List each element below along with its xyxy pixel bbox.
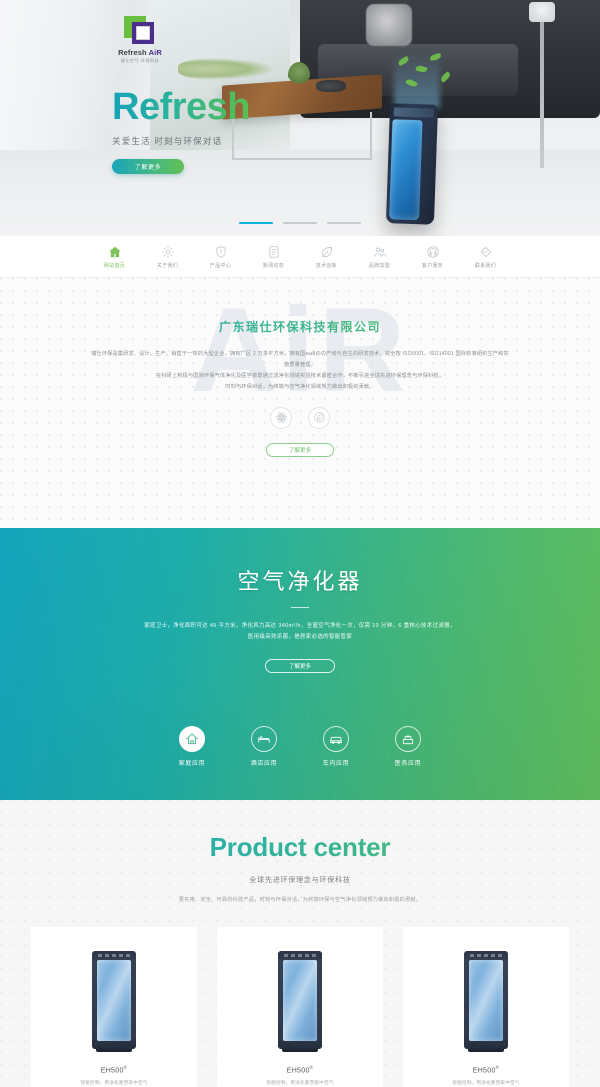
nav-label: 品牌加盟 <box>368 262 391 269</box>
about-description: 瑞仕环保是集研发、设计、生产、销售于一体的大型企业，拥有厂区 2 万多平方米，拥… <box>90 349 510 393</box>
home-icon <box>179 726 205 752</box>
banner-divider <box>291 607 309 608</box>
hero-table-legs <box>232 112 372 160</box>
about-title: 广东瑞仕环保科技有限公司 <box>0 318 600 335</box>
logo-subtext: 瑞仕空气 环保科技 <box>120 58 160 63</box>
carousel-indicators <box>0 222 600 224</box>
home-icon <box>108 246 121 257</box>
product-image <box>278 951 322 1052</box>
product-card[interactable]: EH500® 智能控制，用净化重塑家中空气 <box>31 927 197 1087</box>
nav-item-service[interactable]: 客户服务 <box>406 245 459 269</box>
hero-cta-button[interactable]: 了解更多 <box>112 159 184 174</box>
product-card[interactable]: EH500® 智能控制，用净化重塑家中空气 <box>403 927 569 1087</box>
carousel-dot-2[interactable] <box>283 222 317 224</box>
document-icon <box>269 245 278 258</box>
logo-mark-icon <box>124 16 156 46</box>
product-image <box>92 951 136 1052</box>
hero-floor-lamp <box>529 2 555 168</box>
scenario-label: 车内应用 <box>322 761 350 767</box>
hero-copy: Refresh 关爱生活 时刻与环保对话 了解更多 <box>112 86 251 174</box>
chat-icon <box>480 246 491 257</box>
product-name: EH500® <box>286 1065 314 1075</box>
product-name: EH500® <box>100 1065 128 1075</box>
scenario-label: 家庭应用 <box>178 761 206 767</box>
about-paragraph-1: 瑞仕环保是集研发、设计、生产、销售于一体的大型企业，拥有厂区 2 万多平方米，拥… <box>91 351 509 368</box>
about-section: AiR 广东瑞仕环保科技有限公司 瑞仕环保是集研发、设计、生产、销售于一体的大型… <box>0 278 600 528</box>
hero-subtitle: 关爱生活 时刻与环保对话 <box>112 136 223 146</box>
people-icon <box>373 247 386 257</box>
purifier-banner-section: 空气净化器 家庭卫士，净化面积可达 45 平方米，净化风力高达 340m³/h，… <box>0 528 600 800</box>
hero-plant <box>288 62 310 88</box>
nav-label: 联系我们 <box>474 262 497 269</box>
about-cta-button[interactable]: 了解更多 <box>266 442 334 457</box>
banner-title: 空气净化器 <box>237 569 363 594</box>
product-name: EH500® <box>472 1065 500 1075</box>
nav-item-technology[interactable]: 技术创新 <box>300 245 353 269</box>
banner-desc-line-2: 医用级高效杀菌，是居家必选的智能管家 <box>247 633 353 640</box>
atom-icon <box>270 406 292 429</box>
nav-item-home[interactable]: 网站首页 <box>88 245 141 269</box>
application-scenarios: 家庭应用 酒店应用 车内应用 医务应用 <box>0 726 600 767</box>
scenario-label: 酒店应用 <box>250 761 278 767</box>
nav-item-contact[interactable]: 联系我们 <box>459 245 512 269</box>
banner-desc-line-1: 家庭卫士，净化面积可达 45 平方米，净化风力高达 340m³/h，全屋空气净化… <box>144 623 456 629</box>
product-note: 智能控制，用净化重塑家中空气 <box>452 1080 520 1086</box>
leaf-circle-icon <box>308 406 330 429</box>
nav-label: 产品中心 <box>209 262 232 269</box>
main-navigation: 网站首页 关于我们 产品中心 新闻动态 技术创新 品牌加盟 客户服务 联系我们 <box>0 236 600 278</box>
hero-pillow <box>366 4 412 46</box>
site-logo[interactable]: Refresh AiR 瑞仕空气 环保科技 <box>110 16 170 63</box>
nav-label: 技术创新 <box>315 262 338 269</box>
page-root: Refresh AiR 瑞仕空气 环保科技 Refresh 关爱生活 时刻与环保… <box>0 0 600 1087</box>
headset-icon <box>426 245 439 258</box>
hero-greenery <box>178 58 274 80</box>
nav-label: 关于我们 <box>156 262 179 269</box>
bed-icon <box>251 726 277 752</box>
nav-item-news[interactable]: 新闻动态 <box>247 245 300 269</box>
scenario-hotel[interactable]: 酒店应用 <box>240 726 288 767</box>
nav-label: 网站首页 <box>103 262 126 269</box>
medical-icon <box>395 726 421 752</box>
about-feature-icons <box>0 406 600 429</box>
scenario-medical[interactable]: 医务应用 <box>384 726 432 767</box>
product-center-description: 更实用、安全、可靠的科技产品，时刻与环保对话，为终端环保与空气净化领域努力做出积… <box>178 897 422 903</box>
product-center-subtitle: 全球先进环保理念与环保科技 <box>249 877 351 884</box>
banner-description: 家庭卫士，净化面积可达 45 平方米，净化风力高达 340m³/h，全屋空气净化… <box>140 621 460 643</box>
nav-item-franchise[interactable]: 品牌加盟 <box>353 245 406 269</box>
carousel-dot-1[interactable] <box>239 222 273 224</box>
product-note: 智能控制，用净化重塑家中空气 <box>80 1080 148 1086</box>
nav-label: 新闻动态 <box>262 262 285 269</box>
carousel-dot-3[interactable] <box>327 222 361 224</box>
banner-copy: 空气净化器 家庭卫士，净化面积可达 45 平方米，净化风力高达 340m³/h，… <box>0 528 600 673</box>
nav-label: 客户服务 <box>421 262 444 269</box>
gear-icon <box>161 245 174 258</box>
nav-item-about[interactable]: 关于我们 <box>141 245 194 269</box>
about-paragraph-2: 在科研上积极与国际环保气体净化及医学装置通过滤净化领域实验技术紧密合作，不断引进… <box>155 372 445 379</box>
product-grid: EH500® 智能控制，用净化重塑家中空气 EH500® 智能控制，用净化重塑家… <box>0 927 600 1087</box>
logo-wordmark: Refresh AiR <box>118 48 162 57</box>
about-paragraph-3: 时刻与环保对话，为终端与空气净化领域努力做出积极的贡献。 <box>225 383 375 390</box>
nav-item-products[interactable]: 产品中心 <box>194 245 247 269</box>
scenario-car[interactable]: 车内应用 <box>312 726 360 767</box>
leaf-icon <box>321 246 332 257</box>
product-center-section: Product center 全球先进环保理念与环保科技 更实用、安全、可靠的科… <box>0 800 600 1087</box>
product-center-title: Product center <box>0 832 600 863</box>
hero-title: Refresh <box>112 86 251 128</box>
hero-tea-set <box>316 80 346 92</box>
scenario-label: 医务应用 <box>394 761 422 767</box>
product-note: 智能控制，用净化重塑家中空气 <box>266 1080 334 1086</box>
product-image <box>464 951 508 1052</box>
banner-cta-button[interactable]: 了解更多 <box>265 658 335 673</box>
product-card[interactable]: EH500® 智能控制，用净化重塑家中空气 <box>217 927 383 1087</box>
scenario-home[interactable]: 家庭应用 <box>168 726 216 767</box>
shield-icon <box>216 245 225 258</box>
hero-air-purifier <box>385 103 439 225</box>
car-icon <box>323 726 349 752</box>
hero-section: Refresh AiR 瑞仕空气 环保科技 Refresh 关爱生活 时刻与环保… <box>0 0 600 236</box>
